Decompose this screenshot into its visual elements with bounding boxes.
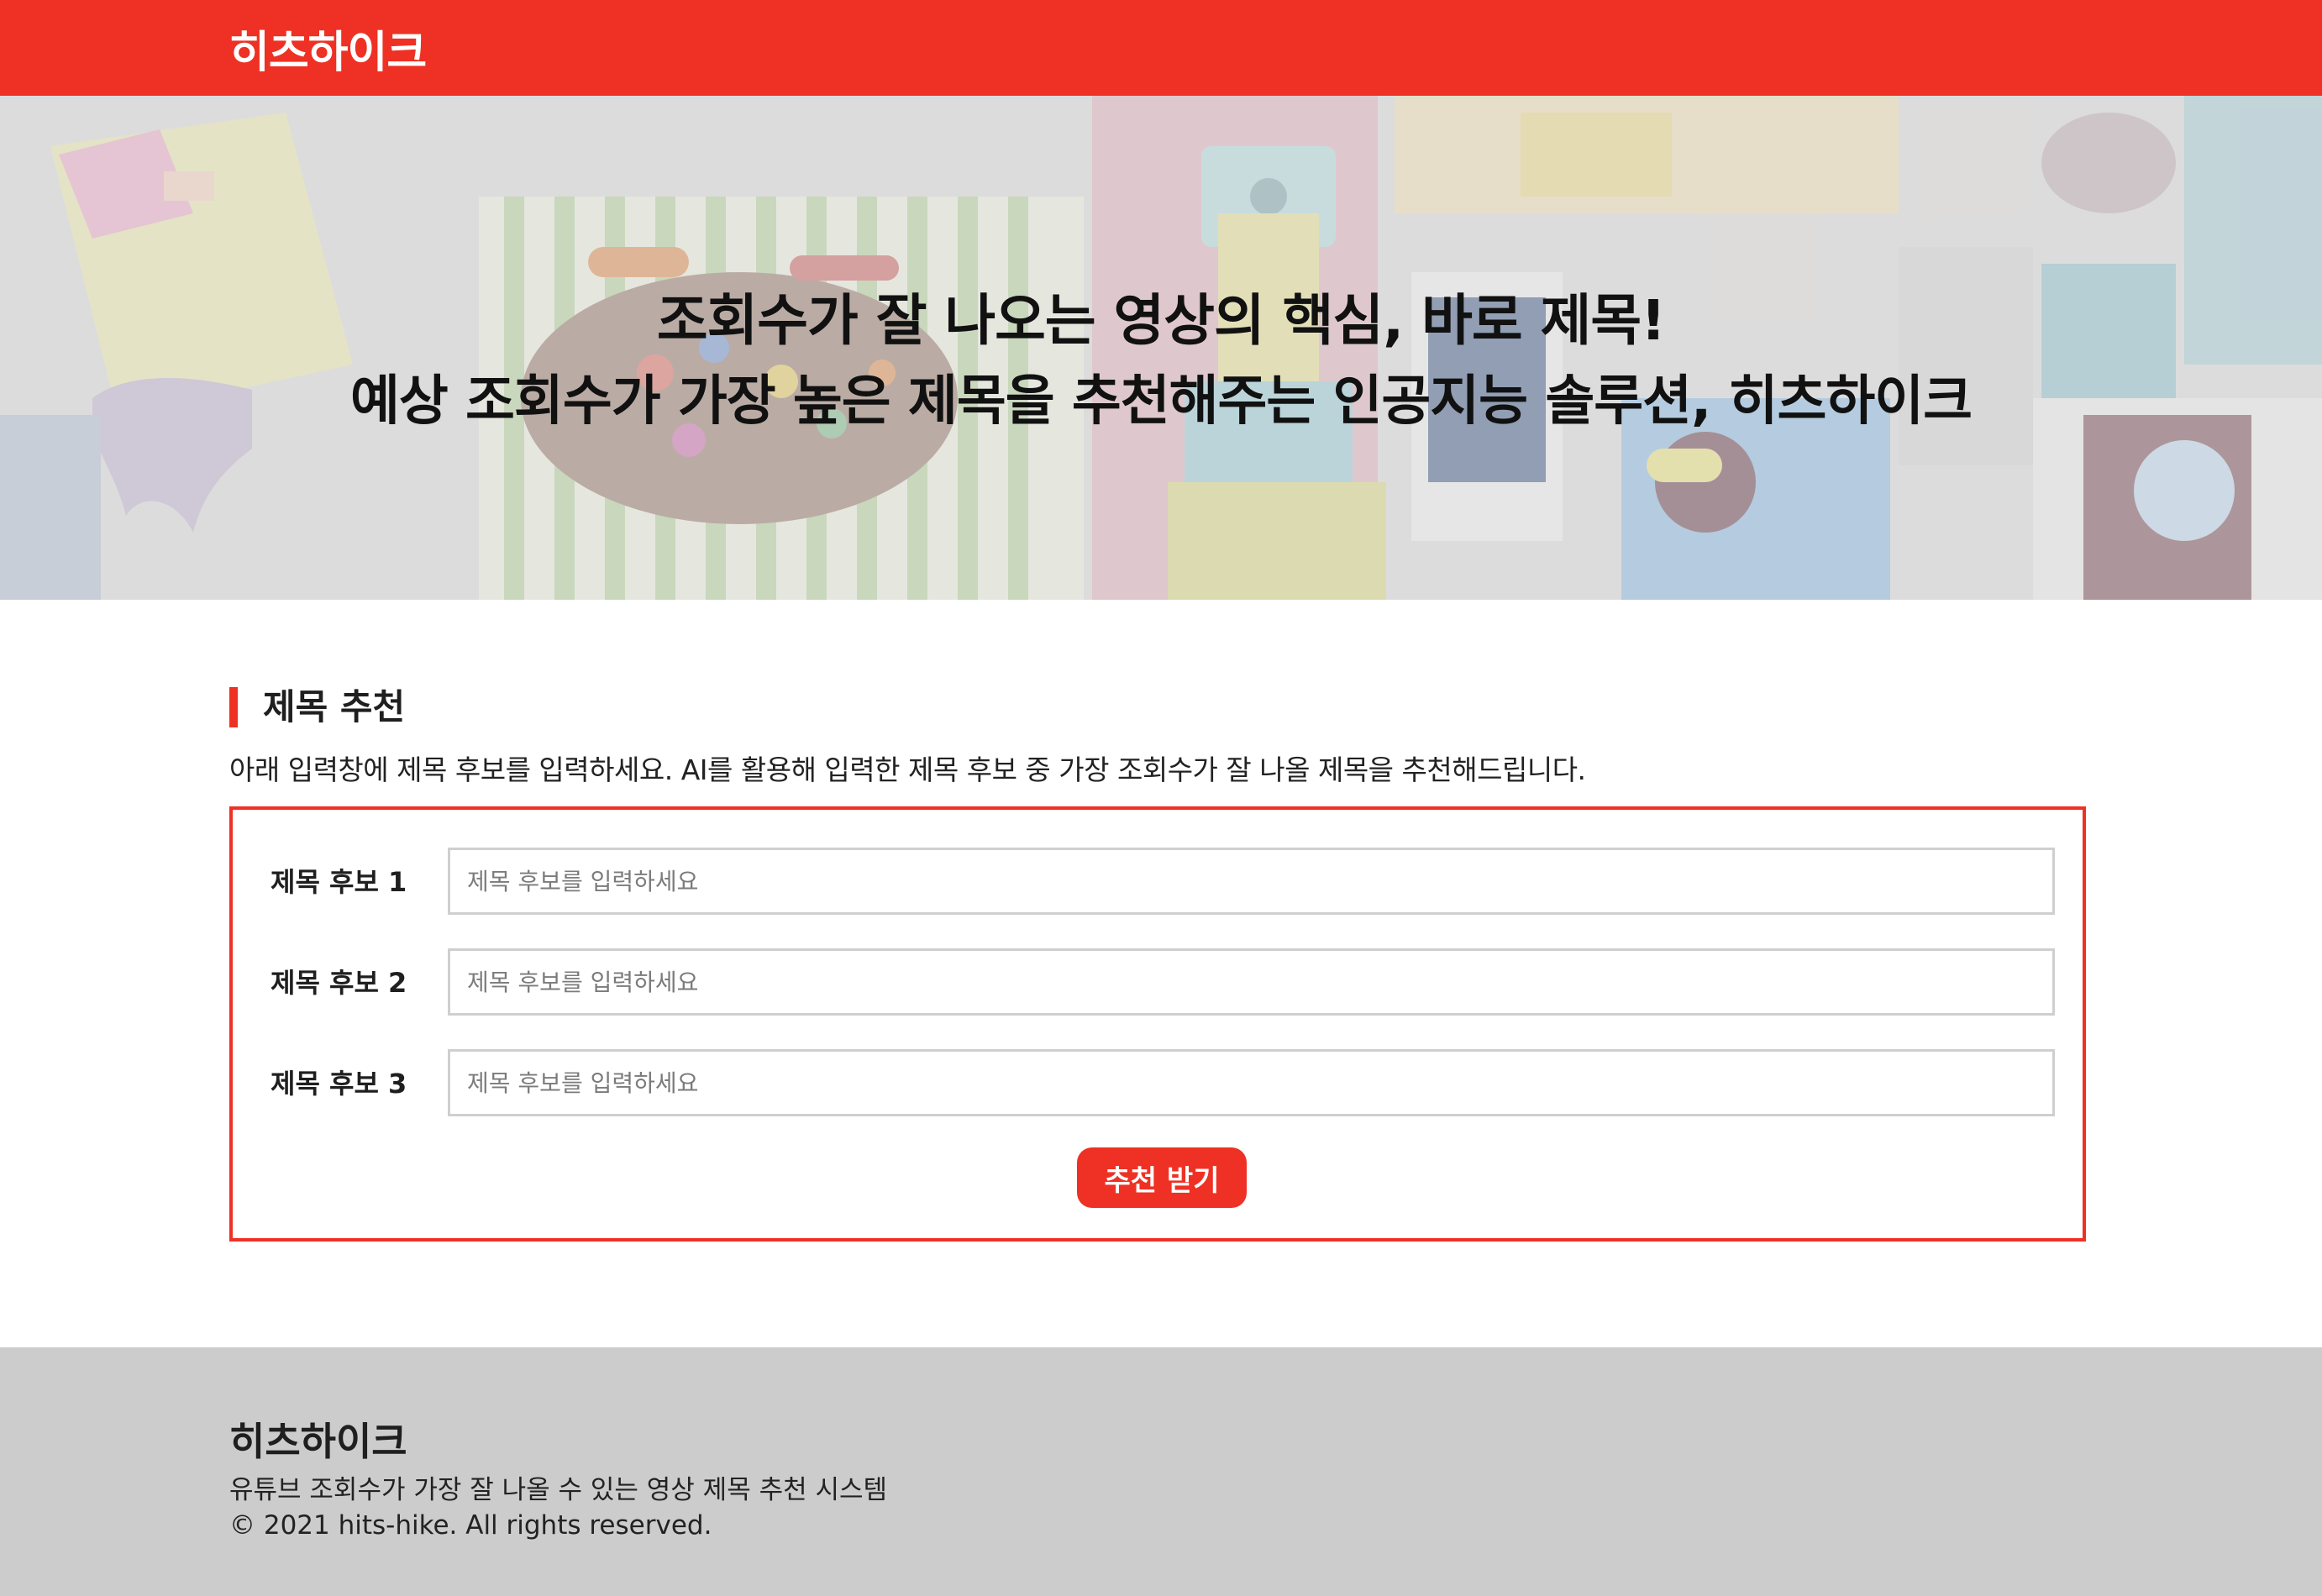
section-title: 제목 추천 (229, 687, 405, 727)
candidate-1-input[interactable] (448, 848, 2055, 915)
title-candidate-form: 제목 후보 1 제목 후보 2 제목 후보 3 추천 받기 (229, 806, 2086, 1242)
candidate-3-label: 제목 후보 3 (271, 1068, 407, 1100)
hero-subheadline: 예상 조회수가 가장 높은 제목을 추천해주는 인공지능 솔루션, 히츠하이크 (350, 370, 1973, 433)
footer: 히츠하이크 유튜브 조회수가 가장 잘 나올 수 있는 영상 제목 추천 시스템… (0, 1347, 2322, 1596)
hero-banner: 조회수가 잘 나오는 영상의 핵심, 바로 제목! 예상 조회수가 가장 높은 … (0, 96, 2322, 600)
footer-copyright: © 2021 hits-hike. All rights reserved. (229, 1510, 712, 1541)
get-recommendation-button[interactable]: 추천 받기 (1077, 1147, 1247, 1208)
section-description: 아래 입력창에 제목 후보를 입력하세요. AI를 활용해 입력한 제목 후보 … (229, 753, 1586, 786)
hero-headline: 조회수가 잘 나오는 영상의 핵심, 바로 제목! (656, 288, 1666, 353)
candidate-3-input[interactable] (448, 1049, 2055, 1116)
footer-brand: 히츠하이크 (229, 1419, 407, 1464)
candidate-2-label: 제목 후보 2 (271, 967, 407, 999)
top-navigation-bar: 히츠하이크 (0, 0, 2322, 96)
brand-logo[interactable]: 히츠하이크 (229, 17, 427, 80)
candidate-2-input[interactable] (448, 948, 2055, 1016)
candidate-1-label: 제목 후보 1 (271, 866, 407, 898)
footer-description: 유튜브 조회수가 가장 잘 나올 수 있는 영상 제목 추천 시스템 (229, 1475, 888, 1505)
